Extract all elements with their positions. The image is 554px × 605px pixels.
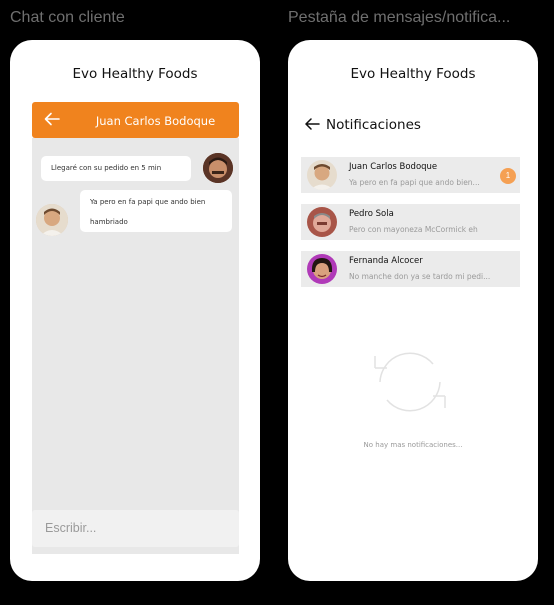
- app-title: Evo Healthy Foods: [72, 66, 198, 82]
- notification-sender: Pedro Sola: [349, 209, 394, 219]
- notification-preview: Ya pero en fa papi que ando bien...: [349, 178, 480, 187]
- avatar: [307, 160, 337, 190]
- avatar: [203, 153, 233, 183]
- message-bubble-outgoing: Llegaré con su pedido en 5 min: [41, 156, 191, 181]
- app-title: Evo Healthy Foods: [350, 66, 476, 82]
- page-title: Notificaciones: [326, 117, 421, 133]
- notifications-screen: Evo Healthy Foods Notificaciones Juan Ca…: [288, 40, 538, 581]
- chat-screen: Evo Healthy Foods Juan Carlos Bodoque Ll…: [10, 40, 260, 581]
- notification-item[interactable]: Juan Carlos Bodoque Ya pero en fa papi q…: [301, 157, 520, 193]
- notification-preview: Pero con mayoneza McCormick eh: [349, 225, 478, 234]
- unread-badge: 1: [500, 168, 516, 184]
- chat-frame-label: Chat con cliente: [10, 9, 125, 26]
- avatar: [36, 204, 68, 236]
- notification-item[interactable]: Pedro Sola Pero con mayoneza McCormick e…: [301, 204, 520, 240]
- chat-contact-name: Juan Carlos Bodoque: [95, 114, 216, 128]
- notification-sender: Juan Carlos Bodoque: [349, 162, 438, 172]
- back-arrow-icon[interactable]: [304, 116, 320, 132]
- avatar: [307, 207, 337, 237]
- avatar: [307, 254, 337, 284]
- notifications-header: Notificaciones: [304, 116, 421, 133]
- empty-state-text: No hay mas notificaciones...: [363, 441, 463, 449]
- message-bubble-incoming: Ya pero en fa papi que ando bien hambria…: [80, 190, 232, 232]
- back-arrow-icon[interactable]: [43, 110, 61, 128]
- notification-sender: Fernanda Alcocer: [349, 256, 423, 266]
- notifications-frame-label: Pestaña de mensajes/notifica...: [288, 9, 511, 26]
- notification-preview: No manche don ya se tardo mi pedi...: [349, 272, 491, 281]
- refresh-icon: [374, 352, 446, 412]
- notification-item[interactable]: Fernanda Alcocer No manche don ya se tar…: [301, 251, 520, 287]
- chat-header: Juan Carlos Bodoque: [32, 102, 239, 138]
- message-list[interactable]: Llegaré con su pedido en 5 min Ya pero e…: [32, 138, 239, 554]
- message-input[interactable]: Escribir...: [32, 510, 239, 547]
